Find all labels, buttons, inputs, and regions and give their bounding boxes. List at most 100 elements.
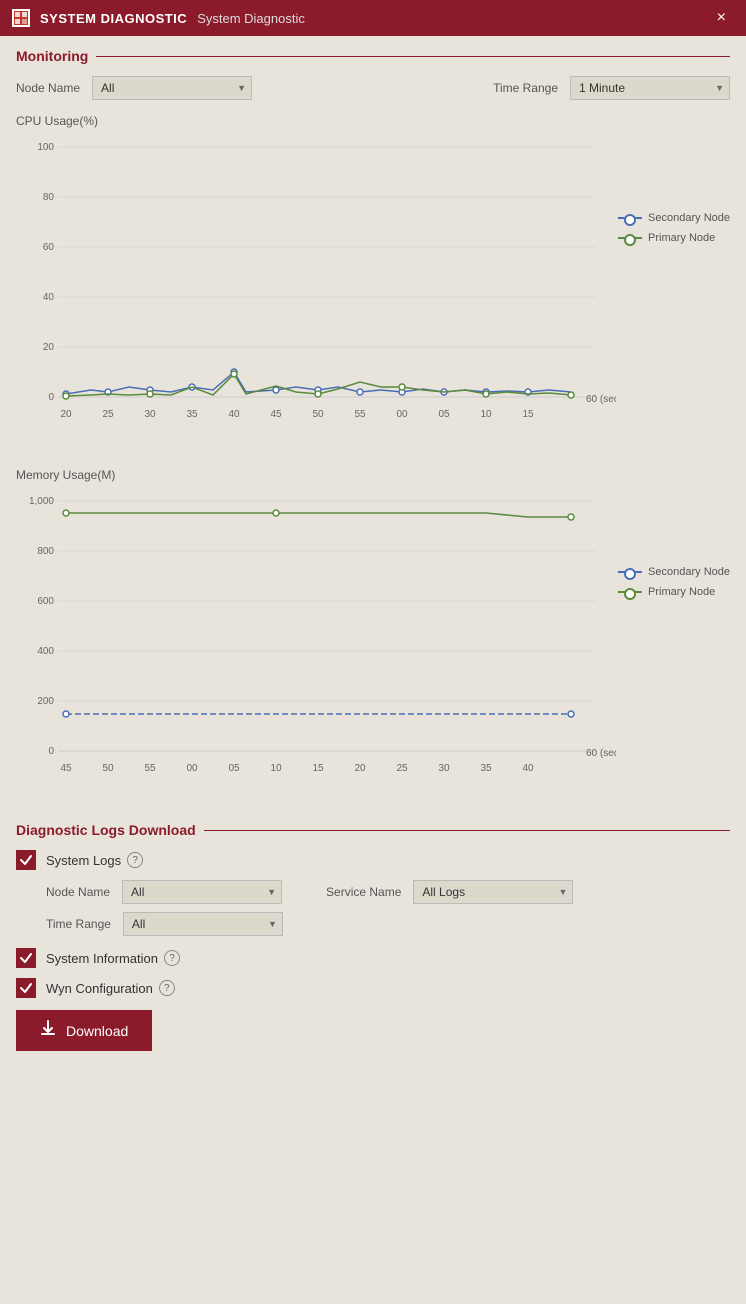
- svg-text:0: 0: [48, 746, 54, 757]
- system-logs-checkbox[interactable]: [16, 850, 36, 870]
- close-button[interactable]: ×: [709, 5, 734, 31]
- svg-text:10: 10: [480, 409, 492, 420]
- wyn-config-label: Wyn Configuration ?: [46, 980, 175, 996]
- download-button[interactable]: Download: [16, 1010, 152, 1051]
- window-title: System Diagnostic: [197, 11, 305, 26]
- svg-text:25: 25: [396, 763, 408, 774]
- svg-text:10: 10: [270, 763, 282, 774]
- check-icon: [20, 854, 32, 866]
- download-arrow-icon: [40, 1020, 56, 1036]
- svg-text:15: 15: [522, 409, 534, 420]
- svg-text:20: 20: [60, 409, 72, 420]
- cpu-legend-primary: Primary Node: [618, 232, 730, 244]
- system-logs-row: System Logs ?: [16, 850, 730, 870]
- svg-text:0: 0: [48, 392, 54, 403]
- memory-chart-legend: Secondary Node Primary Node: [618, 566, 730, 598]
- svg-text:200: 200: [37, 696, 54, 707]
- svg-text:40: 40: [228, 409, 240, 420]
- title-bar-left: SYSTEM DIAGNOSTIC System Diagnostic: [12, 9, 305, 27]
- system-info-row: System Information ?: [16, 948, 730, 968]
- diagnostic-logs-header: Diagnostic Logs Download: [16, 822, 730, 838]
- system-logs-node-label: Node Name: [46, 885, 110, 899]
- wyn-config-help-icon[interactable]: ?: [159, 980, 175, 996]
- svg-text:25: 25: [102, 409, 114, 420]
- svg-text:20: 20: [354, 763, 366, 774]
- node-name-select[interactable]: All Primary Node Secondary Node: [92, 76, 252, 100]
- system-logs-time-select-wrapper[interactable]: All 1 Hour 6 Hours 24 Hours: [123, 912, 283, 936]
- cpu-legend-secondary: Secondary Node: [618, 212, 730, 224]
- svg-text:15: 15: [312, 763, 324, 774]
- cpu-chart-svg: 100 80 60 40 20 0 20 25 30 35 40 45: [16, 132, 616, 452]
- svg-text:35: 35: [480, 763, 492, 774]
- download-icon: [40, 1020, 56, 1041]
- svg-text:50: 50: [312, 409, 324, 420]
- svg-text:600: 600: [37, 596, 54, 607]
- node-name-label: Node Name: [16, 81, 80, 95]
- svg-text:80: 80: [43, 192, 55, 203]
- svg-text:1,000: 1,000: [29, 496, 54, 507]
- time-range-select[interactable]: 1 Minute 5 Minutes 15 Minutes 1 Hour: [570, 76, 730, 100]
- system-info-label: System Information ?: [46, 950, 180, 966]
- system-info-help-icon[interactable]: ?: [164, 950, 180, 966]
- system-logs-node-row: Node Name All Primary Node Secondary Nod…: [46, 880, 730, 904]
- system-logs-label: System Logs ?: [46, 852, 143, 868]
- mem-legend-primary: Primary Node: [618, 586, 730, 598]
- system-logs-node-select-wrapper[interactable]: All Primary Node Secondary Node: [122, 880, 282, 904]
- svg-text:40: 40: [43, 292, 55, 303]
- cpu-secondary-line-icon: [618, 217, 642, 219]
- mem-secondary-line-icon: [618, 571, 642, 573]
- cpu-chart-container: CPU Usage(%) 100 80 60 40 20 0 20 25: [16, 114, 730, 452]
- title-bar: SYSTEM DIAGNOSTIC System Diagnostic ×: [0, 0, 746, 36]
- svg-text:60: 60: [43, 242, 55, 253]
- monitoring-section-header: Monitoring: [16, 48, 730, 64]
- svg-text:00: 00: [186, 763, 198, 774]
- svg-text:50: 50: [102, 763, 114, 774]
- cpu-primary-line-icon: [618, 237, 642, 239]
- svg-text:30: 30: [144, 409, 156, 420]
- cpu-chart-title: CPU Usage(%): [16, 114, 730, 128]
- svg-text:45: 45: [270, 409, 282, 420]
- system-info-checkbox[interactable]: [16, 948, 36, 968]
- check-icon-3: [20, 982, 32, 994]
- svg-text:05: 05: [228, 763, 240, 774]
- wyn-config-row: Wyn Configuration ?: [16, 978, 730, 998]
- system-logs-filters: Node Name All Primary Node Secondary Nod…: [46, 880, 730, 936]
- svg-text:05: 05: [438, 409, 450, 420]
- svg-text:45: 45: [60, 763, 72, 774]
- svg-text:400: 400: [37, 646, 54, 657]
- time-range-select-wrapper[interactable]: 1 Minute 5 Minutes 15 Minutes 1 Hour: [570, 76, 730, 100]
- main-content: Monitoring Node Name All Primary Node Se…: [0, 36, 746, 1063]
- memory-chart-svg: 1,000 800 600 400 200 0 45 50 55 00 05 1: [16, 486, 616, 806]
- cpu-chart-legend: Secondary Node Primary Node: [618, 212, 730, 244]
- svg-text:20: 20: [43, 342, 55, 353]
- system-logs-help-icon[interactable]: ?: [127, 852, 143, 868]
- mem-primary-line-icon: [618, 591, 642, 593]
- system-logs-time-select[interactable]: All 1 Hour 6 Hours 24 Hours: [123, 912, 283, 936]
- memory-chart-container: Memory Usage(M) 1,000 800 600 400 200 0 …: [16, 468, 730, 806]
- svg-text:30: 30: [438, 763, 450, 774]
- svg-text:35: 35: [186, 409, 198, 420]
- service-name-label: Service Name: [326, 885, 401, 899]
- system-logs-time-row: Time Range All 1 Hour 6 Hours 24 Hours: [46, 912, 730, 936]
- memory-chart-title: Memory Usage(M): [16, 468, 730, 482]
- svg-text:55: 55: [354, 409, 366, 420]
- system-logs-node-select[interactable]: All Primary Node Secondary Node: [122, 880, 282, 904]
- app-icon: [12, 9, 30, 27]
- svg-text:100: 100: [37, 142, 54, 153]
- svg-text:55: 55: [144, 763, 156, 774]
- service-name-select[interactable]: All Logs Web Database: [413, 880, 573, 904]
- mem-legend-secondary: Secondary Node: [618, 566, 730, 578]
- svg-text:60 (seconds): 60 (seconds): [586, 394, 616, 405]
- node-name-select-wrapper[interactable]: All Primary Node Secondary Node: [92, 76, 252, 100]
- diagnostic-logs-section: Diagnostic Logs Download System Logs ? N…: [16, 822, 730, 1051]
- svg-text:00: 00: [396, 409, 408, 420]
- svg-text:40: 40: [522, 763, 534, 774]
- service-name-select-wrapper[interactable]: All Logs Web Database: [413, 880, 573, 904]
- app-title: SYSTEM DIAGNOSTIC: [40, 11, 187, 26]
- svg-text:60 (seconds): 60 (seconds): [586, 748, 616, 759]
- time-range-label: Time Range: [493, 81, 558, 95]
- check-icon-2: [20, 952, 32, 964]
- monitoring-filters: Node Name All Primary Node Secondary Nod…: [16, 76, 730, 100]
- system-logs-time-label: Time Range: [46, 917, 111, 931]
- wyn-config-checkbox[interactable]: [16, 978, 36, 998]
